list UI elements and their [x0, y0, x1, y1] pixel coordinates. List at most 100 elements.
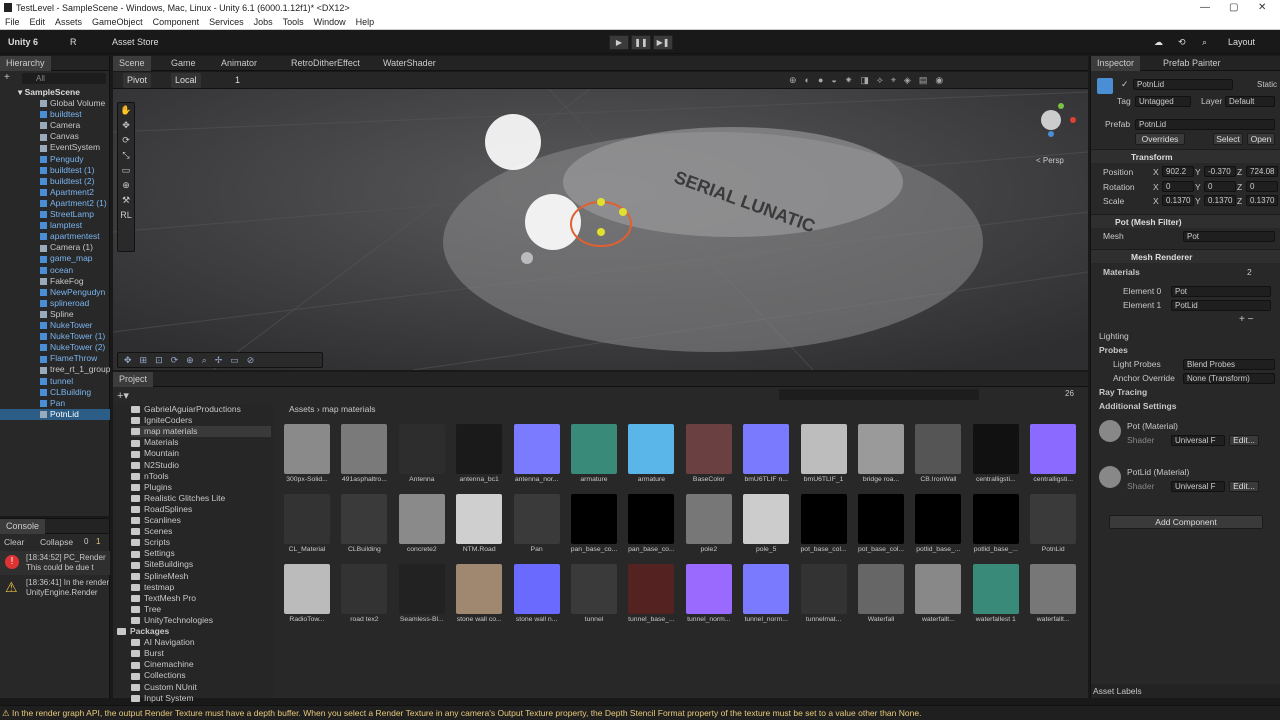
- asset-labels[interactable]: Asset Labels: [1091, 684, 1280, 698]
- pot-material-name[interactable]: Pot (Material): [1127, 419, 1277, 433]
- project-search[interactable]: [779, 389, 979, 400]
- asset-item[interactable]: 300px-Solid...: [280, 424, 334, 496]
- menu-tools[interactable]: Tools: [278, 16, 309, 29]
- asset-item[interactable]: centralligsti...: [1026, 424, 1080, 496]
- create-asset-icon[interactable]: +▾: [117, 389, 129, 402]
- folder-item[interactable]: Scripts: [131, 537, 170, 548]
- asset-item[interactable]: tunnel: [567, 564, 621, 636]
- ray-tracing-section[interactable]: Ray Tracing: [1091, 385, 1280, 399]
- scene-view-options[interactable]: ⊕◐●◒✷◨⟡⌖◈▤◉: [785, 73, 955, 88]
- folder-item[interactable]: map materials: [131, 426, 271, 438]
- unity-account-button[interactable]: Unity 6: [4, 35, 42, 50]
- folder-item[interactable]: Tree: [131, 604, 161, 615]
- asset-item[interactable]: CLBuilding: [337, 494, 391, 566]
- add-remove-element[interactable]: + −: [1239, 314, 1253, 325]
- asset-item[interactable]: RadioTow...: [280, 564, 334, 636]
- asset-item[interactable]: Waterfall: [854, 564, 908, 636]
- asset-item[interactable]: antenna_nor...: [510, 424, 564, 496]
- hierarchy-item[interactable]: buildtest: [0, 109, 110, 120]
- menu-component[interactable]: Component: [148, 16, 205, 29]
- asset-item[interactable]: PotnLid: [1026, 494, 1080, 566]
- search-icon[interactable]: ⌕: [1198, 35, 1211, 50]
- warning-count[interactable]: 1: [96, 537, 100, 546]
- hierarchy-item[interactable]: EventSystem: [0, 142, 110, 153]
- scale-field[interactable]: 0.1370: [1162, 195, 1194, 206]
- step-button[interactable]: ▶❚: [653, 35, 673, 50]
- mesh-field[interactable]: Pot: [1183, 231, 1275, 242]
- asset-item[interactable]: armature: [567, 424, 621, 496]
- cloud-icon[interactable]: ☁: [1150, 35, 1167, 50]
- additional-settings-section[interactable]: Additional Settings: [1091, 399, 1280, 413]
- menu-gameobject[interactable]: GameObject: [87, 16, 148, 29]
- persp-label[interactable]: < Persp: [1036, 156, 1064, 165]
- folder-item[interactable]: testmap: [131, 582, 174, 593]
- pivot-dropdown[interactable]: Pivot: [123, 73, 152, 88]
- asset-item[interactable]: stone wall co...: [452, 564, 506, 636]
- pause-button[interactable]: ❚❚: [631, 35, 651, 50]
- asset-item[interactable]: armature: [624, 424, 678, 496]
- hierarchy-item[interactable]: tree_rt_1_group: [0, 364, 110, 375]
- select-button[interactable]: Select: [1213, 133, 1243, 145]
- asset-item[interactable]: bmU6TLIF n...: [739, 424, 793, 496]
- asset-item[interactable]: pole2: [682, 494, 736, 566]
- folder-item[interactable]: SiteBuildings: [131, 559, 193, 570]
- folder-item[interactable]: RoadSplines: [131, 504, 192, 515]
- asset-item[interactable]: road tex2: [337, 564, 391, 636]
- position-field[interactable]: -0.370: [1204, 166, 1236, 177]
- hierarchy-item[interactable]: StreetLamp: [0, 209, 110, 220]
- menu-services[interactable]: Services: [204, 16, 249, 29]
- scale-field[interactable]: 0.1370: [1204, 195, 1236, 206]
- add-object-icon[interactable]: +: [4, 72, 10, 83]
- folder-item[interactable]: GabrielAguiarProductions: [131, 404, 241, 415]
- overrides-dropdown[interactable]: Overrides: [1135, 133, 1185, 145]
- snap-increment[interactable]: 1: [231, 73, 244, 88]
- potlid-shader-dropdown[interactable]: Universal F: [1171, 481, 1225, 492]
- hierarchy-item[interactable]: NukeTower (1): [0, 331, 110, 342]
- hierarchy-item[interactable]: NukeTower: [0, 320, 110, 331]
- rotation-field[interactable]: 0: [1162, 180, 1194, 192]
- folder-item[interactable]: nTools: [131, 471, 169, 482]
- folder-item[interactable]: Custom NUnit: [131, 682, 197, 693]
- menu-help[interactable]: Help: [351, 16, 380, 29]
- status-bar[interactable]: ⚠ In the render graph API, the output Re…: [0, 705, 1280, 720]
- hierarchy-item[interactable]: Camera (1): [0, 242, 110, 253]
- folder-item[interactable]: Plugins: [131, 482, 172, 493]
- light-probes-dropdown[interactable]: Blend Probes: [1183, 359, 1275, 370]
- user-button[interactable]: R: [66, 35, 81, 50]
- orientation-gizmo[interactable]: [1041, 110, 1061, 130]
- menu-file[interactable]: File: [0, 16, 25, 29]
- folder-item[interactable]: Scenes: [131, 526, 172, 537]
- asset-item[interactable]: tunnel_norm...: [682, 564, 736, 636]
- asset-item[interactable]: BaseColor: [682, 424, 736, 496]
- hierarchy-item[interactable]: NukeTower (2): [0, 342, 110, 353]
- breadcrumb-map-materials[interactable]: map materials: [322, 404, 375, 414]
- folder-item[interactable]: UnityTechnologies: [131, 615, 213, 626]
- console-entry-error[interactable]: ! [18:34:52] PC_Render This could be due…: [0, 551, 110, 575]
- asset-item[interactable]: waterfallt...: [1026, 564, 1080, 636]
- minimize-button[interactable]: —: [1200, 2, 1210, 13]
- asset-item[interactable]: concrete2: [395, 494, 449, 566]
- folder-item[interactable]: Packages: [117, 626, 169, 637]
- asset-store-button[interactable]: Asset Store: [108, 35, 163, 50]
- folder-item[interactable]: Realistic Glitches Lite: [131, 493, 225, 504]
- asset-item[interactable]: tunnel_norm...: [739, 564, 793, 636]
- rotation-field[interactable]: 0: [1246, 180, 1278, 192]
- mesh-filter-header[interactable]: Pot (Mesh Filter): [1091, 214, 1280, 228]
- prefab-field[interactable]: PotnLid: [1135, 119, 1275, 130]
- asset-item[interactable]: centralligsti...: [969, 424, 1023, 496]
- hierarchy-item[interactable]: Camera: [0, 120, 110, 131]
- hierarchy-item[interactable]: buildtest (1): [0, 165, 110, 176]
- asset-item[interactable]: pole_5: [739, 494, 793, 566]
- folder-item[interactable]: Materials: [131, 437, 178, 448]
- hierarchy-item[interactable]: ocean: [0, 265, 110, 276]
- potlid-edit-button[interactable]: Edit...: [1229, 481, 1259, 492]
- asset-item[interactable]: Pan: [510, 494, 564, 566]
- overlay-toolbar[interactable]: ✥⊞⊡⟳⊕⌕✢▭⊘: [117, 352, 323, 368]
- folder-item[interactable]: AI Navigation: [131, 637, 195, 648]
- hierarchy-item[interactable]: splineroad: [0, 298, 110, 309]
- anchor-override-field[interactable]: None (Transform): [1183, 373, 1275, 384]
- element0-field[interactable]: Pot: [1171, 286, 1271, 297]
- console-entry-warning[interactable]: ⚠ [18:36:41] In the render UnityEngine.R…: [0, 576, 110, 600]
- menu-assets[interactable]: Assets: [50, 16, 87, 29]
- asset-item[interactable]: tunnelmat...: [797, 564, 851, 636]
